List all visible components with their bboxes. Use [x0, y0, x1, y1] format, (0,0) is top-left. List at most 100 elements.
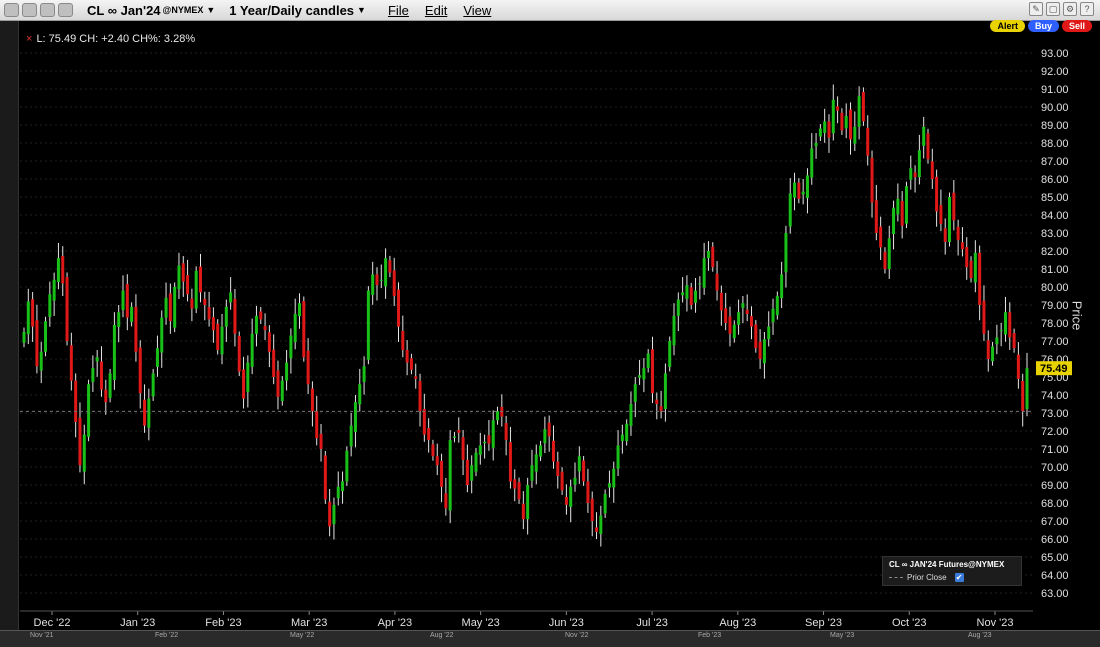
menu-file[interactable]: File	[388, 3, 409, 18]
symbol-label[interactable]: CL ∞ Jan'24	[87, 3, 161, 18]
candle-body	[926, 133, 930, 160]
zoom-icon[interactable]	[40, 3, 55, 17]
chevron-down-icon[interactable]: ▼	[206, 5, 215, 15]
candle-body	[220, 326, 224, 355]
legend-box: CL ∞ JAN'24 Futures@NYMEX Prior Close ✔	[882, 556, 1022, 586]
candle-body	[384, 258, 388, 287]
checkbox-icon[interactable]: ✔	[954, 573, 964, 582]
candle-body	[229, 292, 233, 303]
candle-body	[31, 299, 35, 327]
candle-body	[190, 298, 194, 309]
candle-body	[960, 242, 964, 250]
candle-body	[668, 341, 672, 367]
candle-body	[207, 307, 211, 320]
candle-body	[930, 161, 934, 179]
candle-body	[272, 349, 276, 377]
price-chart[interactable]: 63.00 64.00 65.00 66.00 67.00 68.00 69.00 70.00…	[0, 21, 1100, 630]
candle-body	[164, 297, 168, 318]
candle-body	[452, 436, 456, 438]
candle-body	[685, 285, 689, 299]
plot-area	[20, 21, 1033, 611]
candle-body	[478, 445, 482, 455]
candle-body	[719, 292, 723, 311]
candle-body	[784, 233, 788, 273]
nav-label: May '22	[290, 632, 315, 639]
nav-label: Feb '23	[698, 632, 722, 639]
y-tick-label: 81.00	[1041, 264, 1069, 276]
y-tick-label: 88.00	[1041, 138, 1069, 150]
candle-body	[504, 423, 508, 440]
candle-body	[26, 301, 30, 335]
candle-body	[904, 186, 908, 224]
candle-body	[147, 398, 151, 428]
candle-body	[943, 228, 947, 242]
x-tick-label: Dec '22	[34, 617, 71, 629]
link-icon[interactable]	[58, 3, 73, 17]
candle-body	[56, 258, 60, 282]
candle-body	[638, 375, 642, 378]
candle-body	[539, 445, 543, 457]
help-icon[interactable]: ?	[1080, 2, 1094, 16]
candle-body	[224, 306, 228, 327]
candle-body	[461, 437, 465, 460]
pen-icon[interactable]: ✎	[1029, 2, 1043, 16]
candle-body	[366, 290, 370, 360]
candle-body	[117, 312, 121, 327]
legend-prior-close-label: Prior Close	[907, 573, 947, 582]
candle-body	[866, 127, 870, 156]
candle-body	[831, 99, 835, 134]
candle-body	[487, 435, 491, 444]
candle-body	[1012, 333, 1016, 349]
alert-button[interactable]: Alert	[990, 20, 1025, 32]
candle-body	[771, 308, 775, 323]
y-tick-label: 93.00	[1041, 48, 1069, 60]
candle-body	[969, 260, 973, 278]
detach-icon[interactable]: ▢	[1046, 2, 1060, 16]
candle-body	[861, 91, 865, 122]
candle-body	[650, 349, 654, 394]
candle-body	[582, 460, 586, 482]
candle-body	[22, 332, 26, 343]
minimize-icon[interactable]	[22, 3, 37, 17]
candle-body	[211, 317, 215, 331]
menu-edit[interactable]: Edit	[425, 3, 447, 18]
candle-body	[65, 276, 69, 341]
candle-body	[715, 273, 719, 291]
x-tick-label: Jan '23	[120, 617, 155, 629]
candle-body	[547, 422, 551, 437]
candle-body	[315, 411, 319, 439]
candle-body	[948, 197, 952, 242]
exchange-label[interactable]: @NYMEX	[163, 5, 204, 15]
buy-button[interactable]: Buy	[1027, 20, 1059, 32]
candle-body	[168, 293, 172, 322]
close-info-icon[interactable]: ×	[26, 33, 32, 45]
last-price-label: 75.49	[1040, 363, 1068, 375]
legend-prior-close-row: Prior Close ✔	[889, 573, 964, 582]
candle-body	[267, 332, 271, 352]
candle-body	[457, 429, 461, 433]
navigator-strip[interactable]: Nov '21 Feb '22 May '22 Aug '22 Nov '22 …	[0, 630, 1100, 647]
y-tick-label: 80.00	[1041, 282, 1069, 294]
sell-button[interactable]: Sell	[1061, 20, 1092, 32]
period-chevron-down-icon[interactable]: ▼	[357, 5, 366, 15]
candle-body	[491, 420, 495, 448]
candle-body	[155, 348, 159, 367]
candle-body	[405, 350, 409, 363]
candle-body	[194, 270, 198, 309]
menu-view[interactable]: View	[463, 3, 491, 18]
candle-body	[823, 121, 827, 133]
candle-body	[151, 373, 155, 397]
candle-body	[853, 126, 857, 144]
candle-body	[448, 440, 452, 511]
candle-body	[995, 337, 999, 345]
candle-body	[620, 434, 624, 442]
candle-body	[849, 109, 853, 140]
candle-body	[917, 150, 921, 178]
candle-body	[306, 350, 310, 385]
candle-body	[293, 314, 297, 343]
period-selector[interactable]: 1 Year/Daily candles	[229, 3, 354, 18]
candle-body	[375, 274, 379, 286]
candle-body	[349, 425, 353, 447]
close-icon[interactable]	[4, 3, 19, 17]
gear-icon[interactable]: ⚙	[1063, 2, 1077, 16]
